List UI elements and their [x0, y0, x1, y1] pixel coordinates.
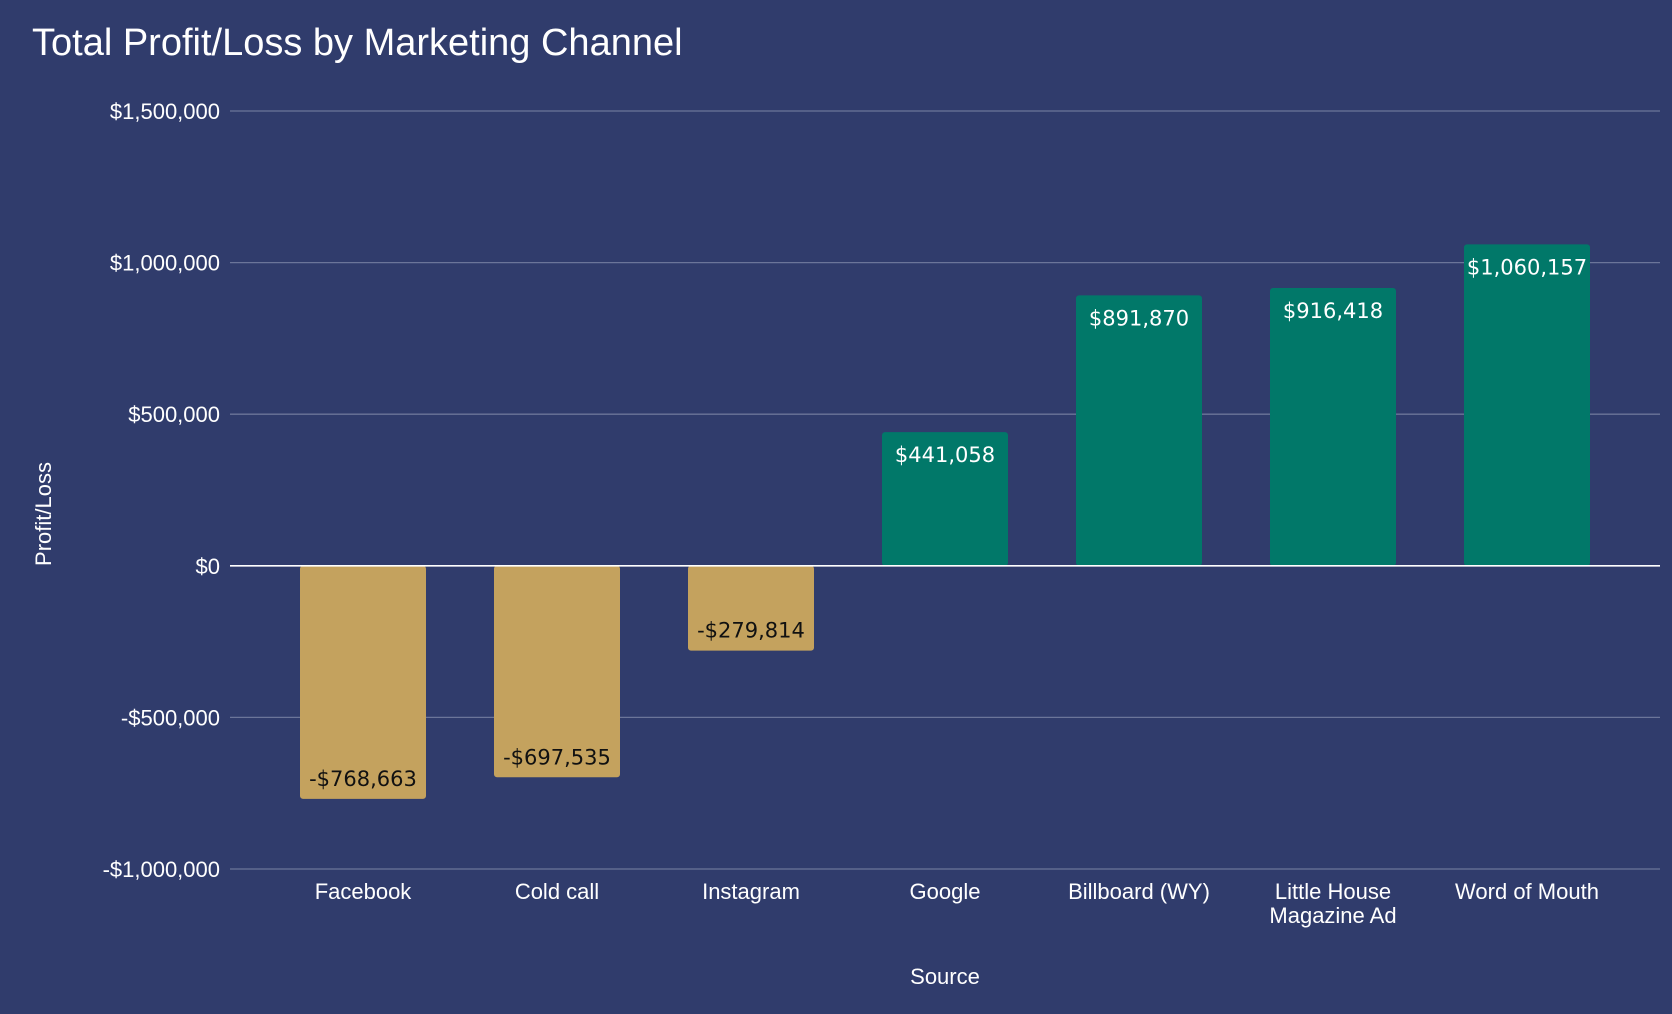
x-tick-label: Billboard (WY) [1068, 879, 1210, 904]
chart-title: Total Profit/Loss by Marketing Channel [32, 22, 683, 64]
data-label: -$768,663 [309, 767, 417, 791]
data-label: $891,870 [1089, 306, 1189, 330]
bar-chart: Total Profit/Loss by Marketing Channel -… [31, 22, 1660, 989]
data-label: -$697,535 [503, 745, 611, 769]
data-label: $916,418 [1283, 299, 1383, 323]
x-axis-title: Source [910, 964, 980, 989]
data-label: -$279,814 [697, 619, 805, 643]
y-tick-label: $1,500,000 [110, 99, 220, 124]
x-tick-label: Magazine Ad [1269, 903, 1396, 928]
x-tick-label: Google [910, 879, 981, 904]
bar [1076, 295, 1202, 566]
x-tick-label: Cold call [515, 879, 599, 904]
y-tick-label: $0 [196, 554, 220, 579]
data-label: $1,060,157 [1467, 255, 1587, 279]
chart-container: Total Profit/Loss by Marketing Channel -… [0, 0, 1672, 1014]
bars [300, 244, 1590, 799]
y-tick-label: $500,000 [128, 402, 220, 427]
x-tick-label: Little House [1275, 879, 1391, 904]
data-label: $441,058 [895, 443, 995, 467]
y-tick-label: -$1,000,000 [103, 857, 220, 882]
y-axis-ticks: -$1,000,000 -$500,000 $0 $500,000 $1,000,000… [103, 99, 220, 882]
x-tick-label: Word of Mouth [1455, 879, 1599, 904]
y-tick-label: $1,000,000 [110, 251, 220, 276]
bar [1464, 244, 1590, 566]
bar [1270, 287, 1396, 566]
x-axis-ticks: Facebook Cold call Instagram Google Billboar… [315, 879, 1599, 928]
x-tick-label: Instagram [702, 879, 800, 904]
bar [300, 565, 426, 799]
y-tick-label: -$500,000 [121, 705, 220, 730]
y-axis-title: Profit/Loss [31, 462, 56, 566]
x-tick-label: Facebook [315, 879, 413, 904]
